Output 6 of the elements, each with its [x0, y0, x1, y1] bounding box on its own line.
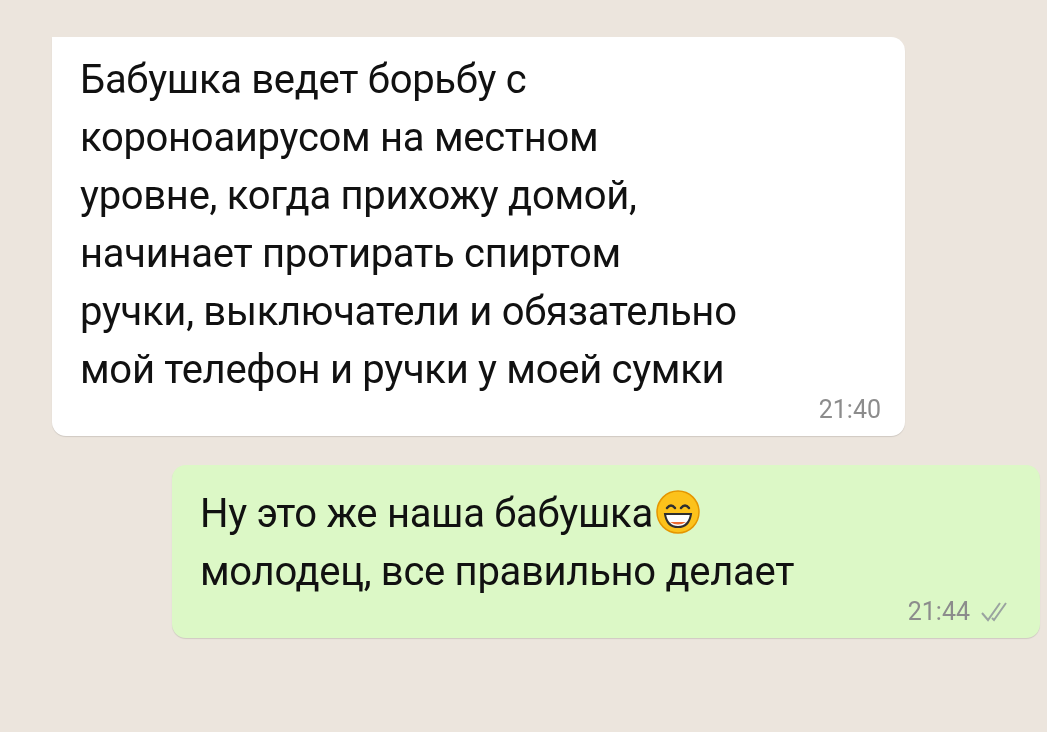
message-text: молодец, все правильно делает: [200, 548, 795, 595]
message-text: Бабушка ведет борьбу с короноаирусом на местном уровне, когда прихожу домой, начинает протирать спиртом ручки, выключатели и обязательно мой телефон и ручки у моей сумки: [80, 55, 738, 395]
message-text: Ну это же наша бабушка: [200, 490, 653, 537]
message-time: 21:40: [818, 395, 881, 424]
message-time: 21:44: [907, 597, 970, 626]
grinning-emoji-icon: [654, 489, 701, 535]
